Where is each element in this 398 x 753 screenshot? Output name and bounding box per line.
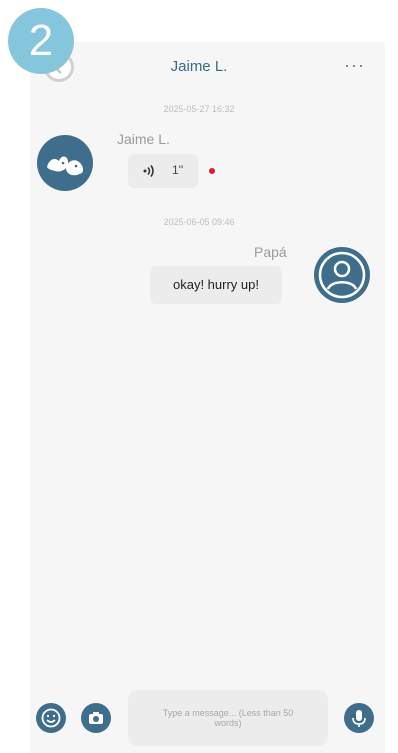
avatar-papa[interactable] [314,247,370,303]
timestamp: 2025-06-05 09:46 [163,217,235,227]
user-avatar-icon [318,251,366,299]
camera-icon [89,712,103,724]
emoji-button[interactable] [36,703,66,733]
step-badge: 2 [8,8,74,74]
mic-icon [352,710,366,727]
text-message-bubble[interactable]: okay! hurry up! [150,266,282,304]
avatar-jaime[interactable] [37,135,93,191]
emoji-icon [41,708,61,728]
message-input[interactable] [128,690,328,746]
sender-name: Jaime L. [117,131,170,147]
unread-dot [209,168,215,174]
timestamp: 2025-05-27 16:32 [163,104,235,114]
camera-button[interactable] [81,703,111,733]
mic-button[interactable] [344,703,374,733]
sender-name: Papá [254,244,287,260]
speaker-icon [143,165,154,177]
message-text: okay! hurry up! [173,277,259,292]
voice-duration: 1'' [172,163,184,177]
more-options-button[interactable]: ··· [344,56,365,74]
birds-avatar-icon [47,156,83,176]
voice-message-bubble[interactable]: 1'' [128,154,198,188]
